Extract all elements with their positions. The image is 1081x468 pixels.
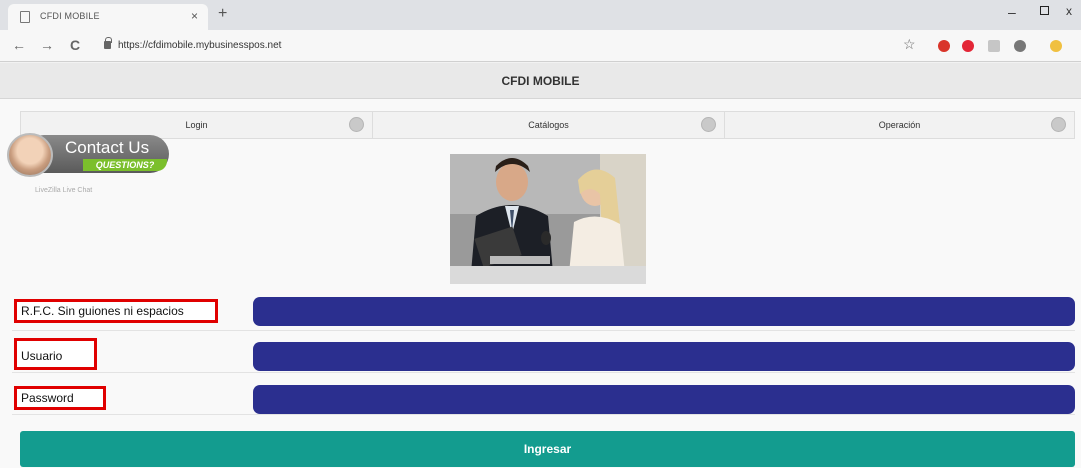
browser-tab[interactable]: CFDI MOBILE × <box>8 4 208 30</box>
nav-item-operacion[interactable]: Operación <box>725 112 1074 138</box>
forward-button[interactable]: → <box>40 37 54 53</box>
gear-icon <box>1051 117 1066 132</box>
lock-icon <box>104 37 112 49</box>
page-content: CFDI MOBILE Login Catálogos Operación Co… <box>0 63 1081 468</box>
profile-avatar-icon[interactable] <box>1050 40 1062 52</box>
settings-extension-icon[interactable] <box>1014 40 1026 52</box>
nav-item-catalogos[interactable]: Catálogos <box>373 112 725 138</box>
nav-item-label: Catálogos <box>528 120 569 130</box>
close-window-button[interactable]: x <box>1066 4 1072 18</box>
browser-toolbar: ← → C https://cfdimobile.mybusinesspos.n… <box>0 30 1081 62</box>
tab-close-icon[interactable]: × <box>191 9 198 23</box>
rfc-row: R.F.C. Sin guiones ni espacios <box>12 291 1075 331</box>
bookmark-star-icon[interactable]: ☆ <box>903 36 916 53</box>
browser-tab-bar: CFDI MOBILE × + – x <box>0 0 1081 30</box>
ingresar-button[interactable]: Ingresar <box>20 431 1075 467</box>
password-label: Password <box>14 386 106 410</box>
hero-photo <box>450 154 646 284</box>
pinterest-extension-icon[interactable] <box>962 40 974 52</box>
extension-icon[interactable] <box>988 40 1000 52</box>
contact-us-widget[interactable]: Contact Us QUESTIONS? <box>7 133 169 177</box>
contact-subtitle: QUESTIONS? <box>83 159 167 171</box>
maximize-button[interactable] <box>1040 6 1049 15</box>
support-agent-avatar <box>7 133 53 177</box>
rfc-label: R.F.C. Sin guiones ni espacios <box>14 299 218 323</box>
livezilla-caption: LiveZilla Live Chat <box>35 187 93 194</box>
grid-icon <box>701 117 716 132</box>
new-tab-button[interactable]: + <box>218 5 227 23</box>
back-button[interactable]: ← <box>12 37 26 53</box>
url-text: https://cfdimobile.mybusinesspos.net <box>118 40 282 51</box>
app-header: CFDI MOBILE <box>0 63 1081 99</box>
reload-button[interactable]: C <box>70 37 80 53</box>
rfc-input[interactable] <box>253 297 1075 326</box>
tab-title: CFDI MOBILE <box>40 11 100 21</box>
minimize-button[interactable]: – <box>1008 4 1016 20</box>
usuario-input[interactable] <box>253 342 1075 371</box>
main-nav: Login Catálogos Operación <box>20 111 1075 139</box>
nav-item-label: Operación <box>878 120 921 130</box>
home-icon <box>349 117 364 132</box>
business-people-photo <box>450 154 646 284</box>
contact-title: Contact Us <box>65 138 150 157</box>
adblock-extension-icon[interactable] <box>938 40 950 52</box>
address-bar[interactable]: https://cfdimobile.mybusinesspos.net <box>98 35 898 57</box>
password-row: Password <box>12 375 1075 415</box>
document-icon <box>20 11 30 23</box>
page-title: CFDI MOBILE <box>501 74 580 88</box>
usuario-row: Usuario <box>12 333 1075 373</box>
nav-item-label: Login <box>185 120 208 130</box>
password-input[interactable] <box>253 385 1075 414</box>
usuario-label: Usuario <box>14 338 97 370</box>
